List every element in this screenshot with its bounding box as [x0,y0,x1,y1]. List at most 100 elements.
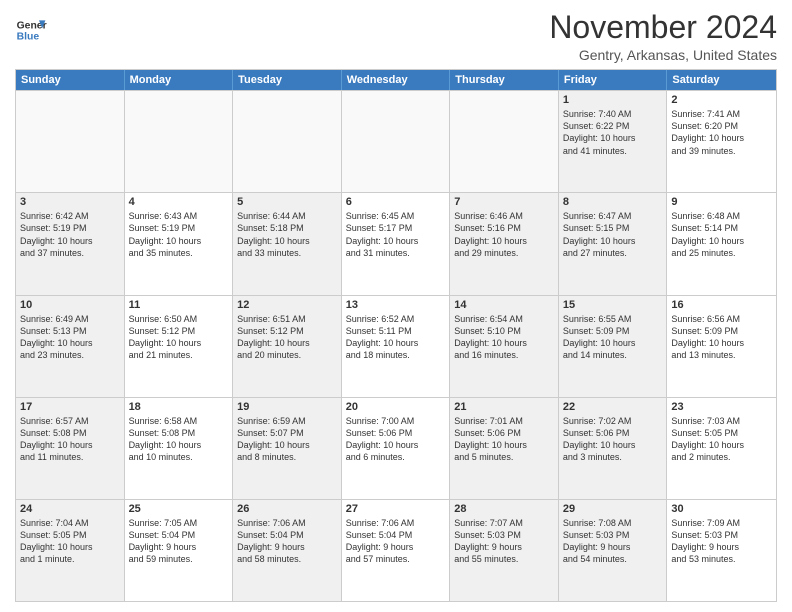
day-info: Sunrise: 7:40 AM Sunset: 6:22 PM Dayligh… [563,108,663,157]
day-info: Sunrise: 6:57 AM Sunset: 5:08 PM Dayligh… [20,415,120,464]
day-number: 25 [129,503,229,515]
calendar-cell: 19 Sunrise: 6:59 AM Sunset: 5:07 PM Dayli… [233,398,342,499]
day-info: Sunrise: 6:51 AM Sunset: 5:12 PM Dayligh… [237,313,337,362]
calendar-cell: 8 Sunrise: 6:47 AM Sunset: 5:15 PM Daylig… [559,193,668,294]
day-info: Sunrise: 7:09 AM Sunset: 5:03 PM Dayligh… [671,517,772,566]
day-number: 10 [20,299,120,311]
day-number: 6 [346,196,446,208]
day-info: Sunrise: 6:45 AM Sunset: 5:17 PM Dayligh… [346,210,446,259]
day-info: Sunrise: 7:08 AM Sunset: 5:03 PM Dayligh… [563,517,663,566]
day-number: 16 [671,299,772,311]
calendar-cell [16,91,125,192]
calendar-row: 17 Sunrise: 6:57 AM Sunset: 5:08 PM Dayli… [16,397,776,499]
calendar-cell: 11 Sunrise: 6:50 AM Sunset: 5:12 PM Dayli… [125,296,234,397]
calendar-cell: 29 Sunrise: 7:08 AM Sunset: 5:03 PM Dayli… [559,500,668,601]
day-number: 26 [237,503,337,515]
day-info: Sunrise: 6:48 AM Sunset: 5:14 PM Dayligh… [671,210,772,259]
calendar-row: 1Sunrise: 7:40 AM Sunset: 6:22 PM Daylig… [16,90,776,192]
day-number: 24 [20,503,120,515]
day-info: Sunrise: 7:03 AM Sunset: 5:05 PM Dayligh… [671,415,772,464]
weekday-header: Monday [125,70,234,90]
day-info: Sunrise: 7:02 AM Sunset: 5:06 PM Dayligh… [563,415,663,464]
day-number: 30 [671,503,772,515]
day-number: 11 [129,299,229,311]
day-number: 13 [346,299,446,311]
calendar-cell: 6 Sunrise: 6:45 AM Sunset: 5:17 PM Daylig… [342,193,451,294]
page-header: General Blue November 2024 Gentry, Arkan… [15,10,777,63]
day-info: Sunrise: 6:49 AM Sunset: 5:13 PM Dayligh… [20,313,120,362]
calendar-cell: 7 Sunrise: 6:46 AM Sunset: 5:16 PM Daylig… [450,193,559,294]
day-number: 21 [454,401,554,413]
calendar-cell [125,91,234,192]
weekday-header: Thursday [450,70,559,90]
calendar-cell [450,91,559,192]
calendar-cell: 18 Sunrise: 6:58 AM Sunset: 5:08 PM Dayli… [125,398,234,499]
day-info: Sunrise: 7:04 AM Sunset: 5:05 PM Dayligh… [20,517,120,566]
calendar-cell: 28 Sunrise: 7:07 AM Sunset: 5:03 PM Dayli… [450,500,559,601]
day-number: 27 [346,503,446,515]
svg-text:Blue: Blue [17,32,40,43]
day-number: 3 [20,196,120,208]
day-number: 18 [129,401,229,413]
day-info: Sunrise: 7:01 AM Sunset: 5:06 PM Dayligh… [454,415,554,464]
day-number: 14 [454,299,554,311]
calendar-cell: 27 Sunrise: 7:06 AM Sunset: 5:04 PM Dayli… [342,500,451,601]
day-info: Sunrise: 6:43 AM Sunset: 5:19 PM Dayligh… [129,210,229,259]
day-number: 17 [20,401,120,413]
day-info: Sunrise: 6:59 AM Sunset: 5:07 PM Dayligh… [237,415,337,464]
day-number: 7 [454,196,554,208]
calendar-cell: 21 Sunrise: 7:01 AM Sunset: 5:06 PM Dayli… [450,398,559,499]
calendar-cell: 3Sunrise: 6:42 AM Sunset: 5:19 PM Daylig… [16,193,125,294]
day-info: Sunrise: 6:44 AM Sunset: 5:18 PM Dayligh… [237,210,337,259]
logo: General Blue [15,14,51,46]
calendar-cell: 26 Sunrise: 7:06 AM Sunset: 5:04 PM Dayli… [233,500,342,601]
weekday-header: Sunday [16,70,125,90]
calendar-body: 1Sunrise: 7:40 AM Sunset: 6:22 PM Daylig… [16,90,776,601]
day-number: 15 [563,299,663,311]
calendar-cell: 5 Sunrise: 6:44 AM Sunset: 5:18 PM Daylig… [233,193,342,294]
day-info: Sunrise: 6:47 AM Sunset: 5:15 PM Dayligh… [563,210,663,259]
calendar-cell: 2Sunrise: 7:41 AM Sunset: 6:20 PM Daylig… [667,91,776,192]
calendar-cell: 9 Sunrise: 6:48 AM Sunset: 5:14 PM Daylig… [667,193,776,294]
day-info: Sunrise: 7:06 AM Sunset: 5:04 PM Dayligh… [237,517,337,566]
weekday-header: Friday [559,70,668,90]
day-number: 23 [671,401,772,413]
calendar-cell: 15 Sunrise: 6:55 AM Sunset: 5:09 PM Dayli… [559,296,668,397]
day-number: 19 [237,401,337,413]
day-number: 28 [454,503,554,515]
calendar-cell: 14 Sunrise: 6:54 AM Sunset: 5:10 PM Dayli… [450,296,559,397]
day-number: 20 [346,401,446,413]
calendar: SundayMondayTuesdayWednesdayThursdayFrid… [15,69,777,602]
day-number: 29 [563,503,663,515]
day-info: Sunrise: 6:55 AM Sunset: 5:09 PM Dayligh… [563,313,663,362]
day-info: Sunrise: 6:54 AM Sunset: 5:10 PM Dayligh… [454,313,554,362]
day-number: 22 [563,401,663,413]
day-info: Sunrise: 7:07 AM Sunset: 5:03 PM Dayligh… [454,517,554,566]
day-info: Sunrise: 7:05 AM Sunset: 5:04 PM Dayligh… [129,517,229,566]
day-number: 8 [563,196,663,208]
title-block: November 2024 Gentry, Arkansas, United S… [549,10,777,63]
calendar-cell: 23 Sunrise: 7:03 AM Sunset: 5:05 PM Dayli… [667,398,776,499]
calendar-cell [342,91,451,192]
calendar-cell: 24 Sunrise: 7:04 AM Sunset: 5:05 PM Dayli… [16,500,125,601]
day-info: Sunrise: 7:06 AM Sunset: 5:04 PM Dayligh… [346,517,446,566]
day-number: 5 [237,196,337,208]
day-number: 9 [671,196,772,208]
day-info: Sunrise: 6:46 AM Sunset: 5:16 PM Dayligh… [454,210,554,259]
calendar-row: 3Sunrise: 6:42 AM Sunset: 5:19 PM Daylig… [16,192,776,294]
day-info: Sunrise: 7:41 AM Sunset: 6:20 PM Dayligh… [671,108,772,157]
day-info: Sunrise: 6:58 AM Sunset: 5:08 PM Dayligh… [129,415,229,464]
day-info: Sunrise: 6:52 AM Sunset: 5:11 PM Dayligh… [346,313,446,362]
calendar-cell: 22 Sunrise: 7:02 AM Sunset: 5:06 PM Dayli… [559,398,668,499]
month-title: November 2024 [549,10,777,45]
calendar-cell: 1Sunrise: 7:40 AM Sunset: 6:22 PM Daylig… [559,91,668,192]
day-info: Sunrise: 6:50 AM Sunset: 5:12 PM Dayligh… [129,313,229,362]
weekday-header: Saturday [667,70,776,90]
calendar-cell: 10 Sunrise: 6:49 AM Sunset: 5:13 PM Dayli… [16,296,125,397]
calendar-cell: 12 Sunrise: 6:51 AM Sunset: 5:12 PM Dayli… [233,296,342,397]
day-number: 12 [237,299,337,311]
calendar-cell: 16Sunrise: 6:56 AM Sunset: 5:09 PM Dayli… [667,296,776,397]
calendar-cell: 20Sunrise: 7:00 AM Sunset: 5:06 PM Dayli… [342,398,451,499]
calendar-row: 10 Sunrise: 6:49 AM Sunset: 5:13 PM Dayli… [16,295,776,397]
calendar-cell: 13 Sunrise: 6:52 AM Sunset: 5:11 PM Dayli… [342,296,451,397]
